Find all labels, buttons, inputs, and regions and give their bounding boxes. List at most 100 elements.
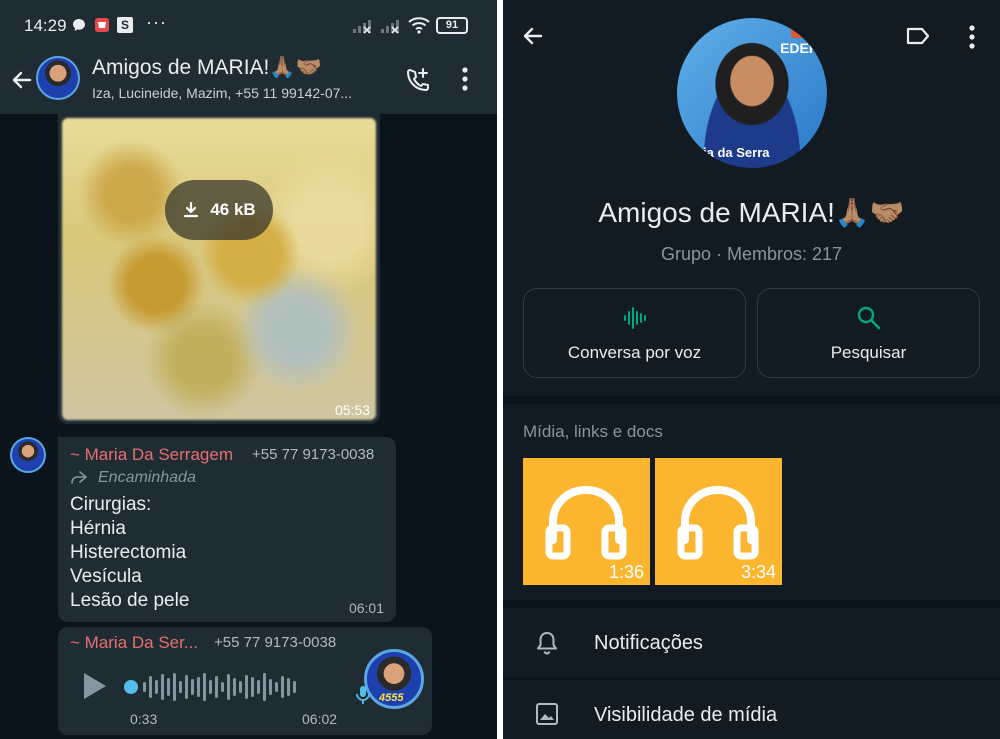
waveform-bar — [287, 678, 290, 696]
waveform-bar — [191, 679, 194, 695]
message-body: Cirurgias: Hérnia Histerectomia Vesícula… — [70, 493, 384, 613]
message-line: Vesícula — [70, 566, 142, 587]
headphones-icon — [545, 485, 627, 560]
audio-duration: 1:36 — [608, 562, 644, 582]
voice-elapsed: 0:33 — [130, 711, 158, 727]
search-label: Pesquisar — [830, 343, 907, 362]
status-bar: 14:29 S ··· 91 — [0, 0, 497, 52]
waveform-bar — [143, 682, 146, 692]
group-name[interactable]: Amigos de MARIA!🙏🏽🤝🏽 — [503, 196, 1000, 229]
s-app-icon: S — [117, 17, 133, 33]
sender-phone: +55 77 9173-0038 — [214, 634, 337, 651]
waveform-bar — [167, 678, 170, 696]
brand-mark — [791, 24, 805, 38]
battery-indicator: 91 — [436, 17, 468, 34]
waveform-bar — [275, 682, 278, 692]
add-call-icon[interactable] — [404, 66, 432, 99]
waveform-bar — [221, 682, 224, 692]
waveform-bar — [173, 673, 176, 701]
message-notification-icon — [72, 18, 86, 35]
label-icon[interactable] — [905, 26, 931, 51]
waveform-bar — [233, 678, 236, 696]
group-avatar[interactable] — [36, 56, 80, 100]
notifications-row[interactable]: Notificações — [503, 608, 1000, 678]
playback-scrubber[interactable] — [124, 680, 138, 694]
voice-sender-avatar: 4555 — [364, 649, 424, 709]
download-size: 46 kB — [210, 200, 256, 219]
voice-waveform[interactable] — [124, 671, 296, 703]
signal-icon-2 — [380, 18, 402, 37]
image-message[interactable]: 46 kB 05:53 — [58, 114, 380, 424]
waveform-bar — [227, 674, 230, 700]
message-line: Histerectomia — [70, 542, 187, 563]
play-icon[interactable] — [84, 673, 106, 699]
forward-icon — [71, 471, 87, 484]
avatar-caption: 4555 — [379, 692, 404, 704]
more-options-icon[interactable] — [967, 24, 977, 55]
sender-avatar[interactable] — [10, 437, 46, 473]
message-line: Lesão de pele — [70, 590, 190, 611]
mic-icon — [356, 685, 370, 710]
notifications-label: Notificações — [594, 632, 703, 654]
waveform-bar — [263, 673, 266, 701]
chat-header: Amigos de MARIA!🙏🏽🤝🏽 Iza, Lucineide, Maz… — [0, 52, 497, 114]
waveform-bar — [203, 673, 206, 701]
headphones-icon — [677, 485, 759, 560]
chat-title[interactable]: Amigos de MARIA!🙏🏽🤝🏽 — [92, 56, 322, 80]
group-subtitle: Grupo · Membros: 217 — [660, 244, 843, 264]
status-time: 14:29 — [24, 16, 67, 35]
image-icon — [535, 702, 559, 731]
blurred-image-preview[interactable] — [62, 118, 376, 420]
group-photo[interactable]: EDER ia da Serra — [677, 18, 827, 168]
forwarded-label: Encaminhada — [98, 469, 196, 486]
message-time: 06:01 — [348, 600, 384, 616]
wifi-icon — [408, 16, 430, 37]
group-info-pane: EDER ia da Serra Amigos de MARIA!🙏🏽🤝🏽 Gr… — [503, 0, 1000, 739]
waveform-bar — [185, 675, 188, 699]
signal-icon-1 — [352, 18, 374, 37]
more-options-icon[interactable] — [460, 66, 470, 97]
waveform-bar — [149, 676, 152, 698]
waveform-bar — [269, 679, 272, 695]
media-section: Mídia, links e docs 1:36 3:34 — [503, 404, 1000, 600]
app-notification-icon — [94, 17, 110, 36]
forwarded-indicator: Encaminhada — [70, 469, 384, 487]
media-section-title[interactable]: Mídia, links e docs — [523, 422, 663, 442]
audio-media-tile[interactable]: 1:36 — [523, 458, 650, 585]
sender-phone: +55 77 9173-0038 — [252, 446, 375, 463]
download-icon — [184, 201, 199, 218]
waveform-bar — [245, 675, 248, 699]
group-info-header: EDER ia da Serra Amigos de MARIA!🙏🏽🤝🏽 Gr… — [503, 0, 1000, 396]
voice-wave-icon — [524, 305, 745, 336]
waveform-bar — [209, 680, 212, 694]
bell-icon — [535, 630, 559, 661]
search-button[interactable]: Pesquisar — [757, 288, 980, 378]
message-time: 05:53 — [334, 402, 370, 418]
waveform-bar — [239, 681, 242, 693]
chat-members-list[interactable]: Iza, Lucineide, Mazim, +55 11 99142-07..… — [92, 85, 392, 101]
media-visibility-label: Visibilidade de mídia — [594, 704, 778, 726]
voice-chat-button[interactable]: Conversa por voz — [523, 288, 746, 378]
message-line: Hérnia — [70, 518, 126, 539]
waveform-bar — [215, 676, 218, 698]
photo-brand-text: EDER — [780, 40, 819, 56]
waveform-bar — [179, 681, 182, 693]
chat-pane: 14:29 S ··· 91 Amigos de MARIA!🙏🏽🤝🏽 Iza,… — [0, 0, 497, 739]
message-line: Cirurgias: — [70, 494, 152, 515]
voice-chat-label: Conversa por voz — [567, 343, 702, 362]
message-time: 06:02 — [302, 711, 338, 727]
waveform-bar — [257, 680, 260, 694]
waveform-bar — [251, 677, 254, 697]
waveform-bar — [161, 674, 164, 700]
audio-media-tile[interactable]: 3:34 — [655, 458, 782, 585]
audio-duration: 3:34 — [740, 562, 776, 582]
download-button[interactable]: 46 kB — [165, 180, 273, 240]
back-arrow-icon[interactable] — [10, 68, 34, 97]
waveform-bar — [281, 676, 284, 698]
text-message[interactable]: ~ Maria Da Serragem +55 77 9173-0038 Enc… — [58, 437, 396, 622]
search-icon — [758, 305, 979, 336]
voice-message[interactable]: ~ Maria Da Ser... +55 77 9173-0038 4555 … — [58, 627, 432, 735]
media-visibility-row[interactable]: Visibilidade de mídia — [503, 680, 1000, 739]
photo-caption: ia da Serra — [703, 145, 770, 160]
back-arrow-icon[interactable] — [521, 24, 545, 53]
